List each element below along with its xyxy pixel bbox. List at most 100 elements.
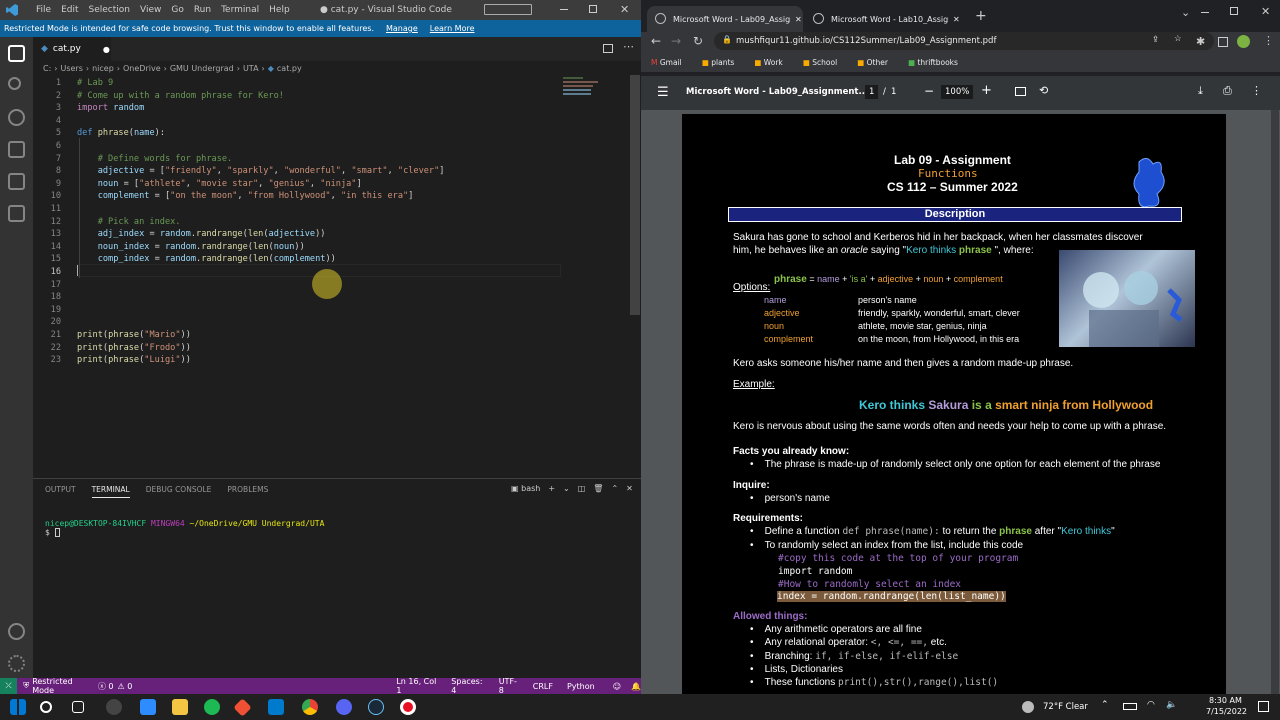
zoom-out-icon[interactable]: − [924, 84, 934, 98]
extensions-icon[interactable] [8, 173, 25, 190]
discord-icon[interactable] [336, 699, 352, 715]
clock-date[interactable]: 7/15/2022 [1206, 707, 1247, 716]
manage-link[interactable]: Manage [386, 24, 418, 33]
code-line[interactable]: comp_index = random.randrange(len(comple… [77, 253, 336, 266]
chevron-down-icon[interactable]: ⌄ [563, 484, 570, 493]
search-icon[interactable] [40, 701, 52, 713]
battery-icon[interactable] [1123, 703, 1137, 710]
menu-run[interactable]: Run [194, 5, 211, 15]
breadcrumb-item[interactable]: GMU Undergrad [170, 64, 234, 73]
pdf-viewer[interactable]: Lab 09 - Assignment Functions CS 112 – S… [641, 110, 1280, 694]
tab-output[interactable]: OUTPUT [45, 485, 76, 498]
windows-start-icon[interactable] [10, 699, 26, 715]
menu-terminal[interactable]: Terminal [221, 5, 259, 15]
close-icon[interactable]: ✕ [620, 3, 629, 16]
zoom-in-icon[interactable]: + [981, 83, 992, 98]
add-terminal-icon[interactable]: + [548, 484, 555, 493]
file-explorer-icon[interactable] [172, 699, 188, 715]
hamburger-menu-icon[interactable]: ☰ [657, 85, 669, 100]
zoom-icon[interactable] [140, 699, 156, 715]
trash-icon[interactable]: 🗑 [593, 484, 603, 493]
breadcrumb-item[interactable]: cat.py [277, 64, 302, 73]
source-control-icon[interactable] [8, 109, 25, 126]
bookmark-other[interactable]: ■ Other [857, 58, 888, 67]
breadcrumb-item[interactable]: C: [43, 64, 51, 73]
close-tab-icon[interactable]: ✕ [795, 15, 802, 24]
download-icon[interactable]: ⤓ [1198, 84, 1203, 98]
clock-time[interactable]: 8:30 AM [1209, 696, 1242, 705]
tab-problems[interactable]: PROBLEMS [227, 485, 268, 498]
code-line[interactable]: adj_index = random.randrange(len(adjecti… [77, 228, 326, 241]
code-line[interactable]: print(phrase("Luigi")) [77, 354, 191, 367]
remote-icon[interactable]: ⤫ [0, 678, 18, 694]
breadcrumb-item[interactable]: UTA [243, 64, 259, 73]
code-line[interactable]: # Come up with a random phrase for Kero! [77, 90, 284, 103]
address-bar[interactable]: 🔒 mushfiqur11.github.io/CS112Summer/Lab0… [714, 32, 1214, 50]
breadcrumb-item[interactable]: OneDrive [123, 64, 161, 73]
more-icon[interactable]: ⋮ [1251, 84, 1262, 97]
remote-explorer-icon[interactable] [8, 205, 25, 222]
search-icon[interactable] [8, 77, 21, 90]
avatar[interactable] [1237, 35, 1250, 48]
fit-page-icon[interactable] [1015, 87, 1026, 96]
split-terminal-icon[interactable]: ◫ [578, 484, 586, 493]
code-line[interactable]: # Pick an index. [77, 216, 181, 229]
error-count[interactable]: 0 [108, 682, 113, 691]
menu-view[interactable]: View [140, 5, 161, 15]
menu-go[interactable]: Go [171, 5, 183, 15]
code-editor[interactable]: 1 # Lab 9 2 # Come up with a random phrase … [33, 75, 628, 475]
layout-icons[interactable] [484, 4, 532, 15]
eol-status[interactable]: CRLF [533, 682, 553, 691]
cursor-position[interactable]: Ln 16, Col 1 [396, 677, 437, 695]
maximize-panel-icon[interactable]: ⌃ [611, 484, 618, 493]
minimize-icon[interactable] [1201, 12, 1209, 13]
bookmark-plants[interactable]: ■ plants [702, 58, 735, 67]
sidepanel-icon[interactable] [1218, 37, 1228, 47]
code-line[interactable]: adjective = ["friendly", "sparkly", "won… [77, 165, 445, 178]
pdf-scrollbar[interactable] [1271, 110, 1279, 694]
menu-file[interactable]: File [36, 5, 51, 15]
spotify-icon[interactable] [204, 699, 220, 715]
star-icon[interactable]: ☆ [1174, 34, 1182, 44]
weather-text[interactable]: 72°F Clear [1043, 702, 1088, 712]
menu-selection[interactable]: Selection [89, 5, 130, 15]
menu-edit[interactable]: Edit [61, 5, 78, 15]
split-editor-icon[interactable] [603, 44, 613, 53]
minimize-icon[interactable] [560, 9, 568, 10]
code-line[interactable]: # Define words for phrase. [77, 153, 233, 166]
warning-count[interactable]: 0 [127, 682, 132, 691]
restricted-mode-status[interactable]: Restricted Mode [32, 677, 88, 695]
code-line[interactable]: complement = ["on the moon", "from Holly… [77, 190, 414, 203]
code-line[interactable]: noun = ["athlete", "movie star", "genius… [77, 178, 362, 191]
minimap[interactable] [563, 75, 613, 115]
steam-icon[interactable] [368, 699, 384, 715]
tab-terminal[interactable]: TERMINAL [91, 485, 130, 498]
tray-chevron-icon[interactable]: ⌃ [1101, 700, 1109, 710]
tab-cat-py[interactable]: ◆ cat.py ● [33, 37, 111, 61]
menu-help[interactable]: Help [269, 5, 290, 15]
page-input[interactable]: 1 [865, 85, 879, 99]
bell-icon[interactable]: 🔔 [631, 682, 641, 691]
kebab-menu-icon[interactable]: ⋮ [1263, 34, 1274, 47]
record-icon[interactable] [400, 699, 416, 715]
extensions-icon[interactable]: ✱ [1196, 35, 1205, 48]
editor-scrollbar[interactable] [630, 75, 640, 315]
reload-icon[interactable]: ↻ [693, 34, 703, 48]
learn-more-link[interactable]: Learn More [430, 24, 475, 33]
bookmark-work[interactable]: ■ Work [754, 58, 782, 67]
print-icon[interactable]: ⎙ [1223, 84, 1232, 98]
maximize-icon[interactable] [1230, 7, 1238, 15]
feedback-icon[interactable]: ☺ [613, 682, 621, 691]
breadcrumb-item[interactable]: Users [60, 64, 82, 73]
share-icon[interactable]: ⇪ [1152, 35, 1159, 45]
bookmark-thriftbooks[interactable]: ■ thriftbooks [908, 58, 958, 67]
code-line[interactable]: # Lab 9 [77, 77, 113, 90]
close-icon[interactable]: ✕ [1261, 5, 1270, 18]
indent-status[interactable]: Spaces: 4 [451, 677, 484, 695]
obs-icon[interactable] [106, 699, 122, 715]
vscode-taskbar-icon[interactable] [268, 699, 284, 715]
account-icon[interactable] [8, 623, 25, 640]
code-line[interactable]: def phrase(name): [77, 127, 165, 140]
browser-tab-lab10[interactable]: Microsoft Word - Lab10_Assignm ✕ [805, 6, 961, 32]
gear-icon[interactable] [8, 655, 25, 672]
